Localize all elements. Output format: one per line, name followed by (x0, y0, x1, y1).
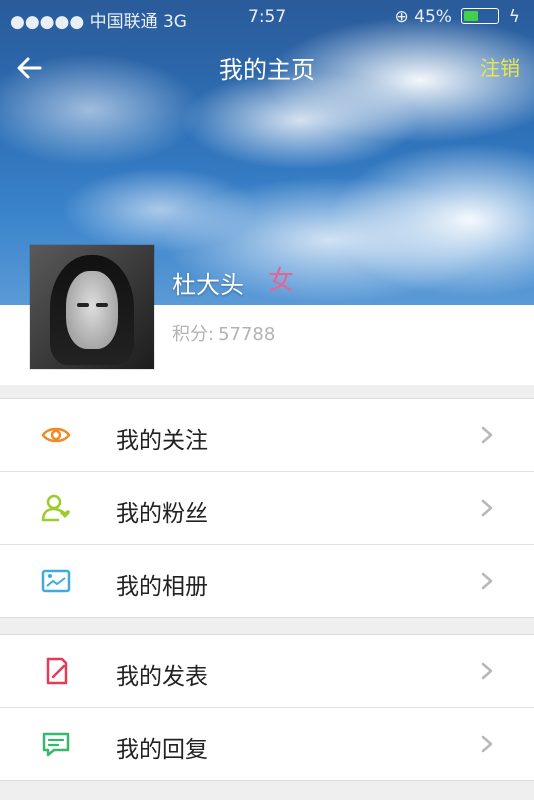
chevron-right-icon (481, 499, 493, 517)
chevron-right-icon (481, 735, 493, 753)
menu-item-replies[interactable]: 我的回复 (0, 708, 534, 780)
battery-percent: 45% (414, 7, 452, 27)
chevron-right-icon (481, 426, 493, 444)
menu-label: 我的发表 (116, 664, 208, 690)
carrier-name: 中国联通 (89, 12, 158, 32)
menu-label: 我的粉丝 (116, 501, 208, 527)
menu-item-album[interactable]: 我的相册 (0, 545, 534, 617)
eye-icon (41, 427, 71, 443)
comment-icon (42, 732, 70, 757)
charging-icon: ϟ (508, 7, 520, 27)
edit-icon (46, 657, 68, 685)
menu-item-posts[interactable]: 我的发表 (0, 635, 534, 708)
username: 杜大头 (172, 271, 244, 299)
photo-icon (41, 569, 71, 593)
battery-icon (461, 8, 500, 24)
page-title: 我的主页 (219, 56, 315, 84)
menu-label: 我的关注 (116, 428, 208, 454)
menu-group-posts: 我的发表 我的回复 (0, 634, 534, 781)
chevron-right-icon (481, 662, 493, 680)
points-label: 积分: (172, 324, 215, 345)
gender-badge: 女 (268, 266, 295, 296)
status-time: 7:57 (248, 7, 287, 27)
avatar[interactable] (30, 245, 154, 369)
logout-button[interactable]: 注销 (480, 52, 520, 81)
menu-item-following[interactable]: 我的关注 (0, 399, 534, 472)
user-heart-icon (41, 494, 70, 522)
points-value: 57788 (218, 324, 276, 345)
status-bar: ●●●●● 中国联通 3G 7:57 ⊕ 45% ϟ (0, 0, 534, 36)
status-right: ⊕ 45% ϟ (395, 7, 520, 27)
menu-group-social: 我的关注 我的粉丝 我的相册 (0, 398, 534, 618)
menu-label: 我的回复 (116, 737, 208, 763)
carrier-info: ●●●●● 中国联通 3G (10, 7, 187, 32)
nav-bar: 我的主页 注销 (0, 42, 534, 92)
signal-strength: ●●●●● (10, 12, 85, 32)
rotation-lock-icon: ⊕ (394, 7, 409, 27)
points-info: 积分: 57788 (172, 320, 275, 346)
menu-label: 我的相册 (116, 574, 208, 600)
network-type: 3G (162, 12, 187, 32)
menu-item-fans[interactable]: 我的粉丝 (0, 472, 534, 545)
chevron-right-icon (481, 572, 493, 590)
